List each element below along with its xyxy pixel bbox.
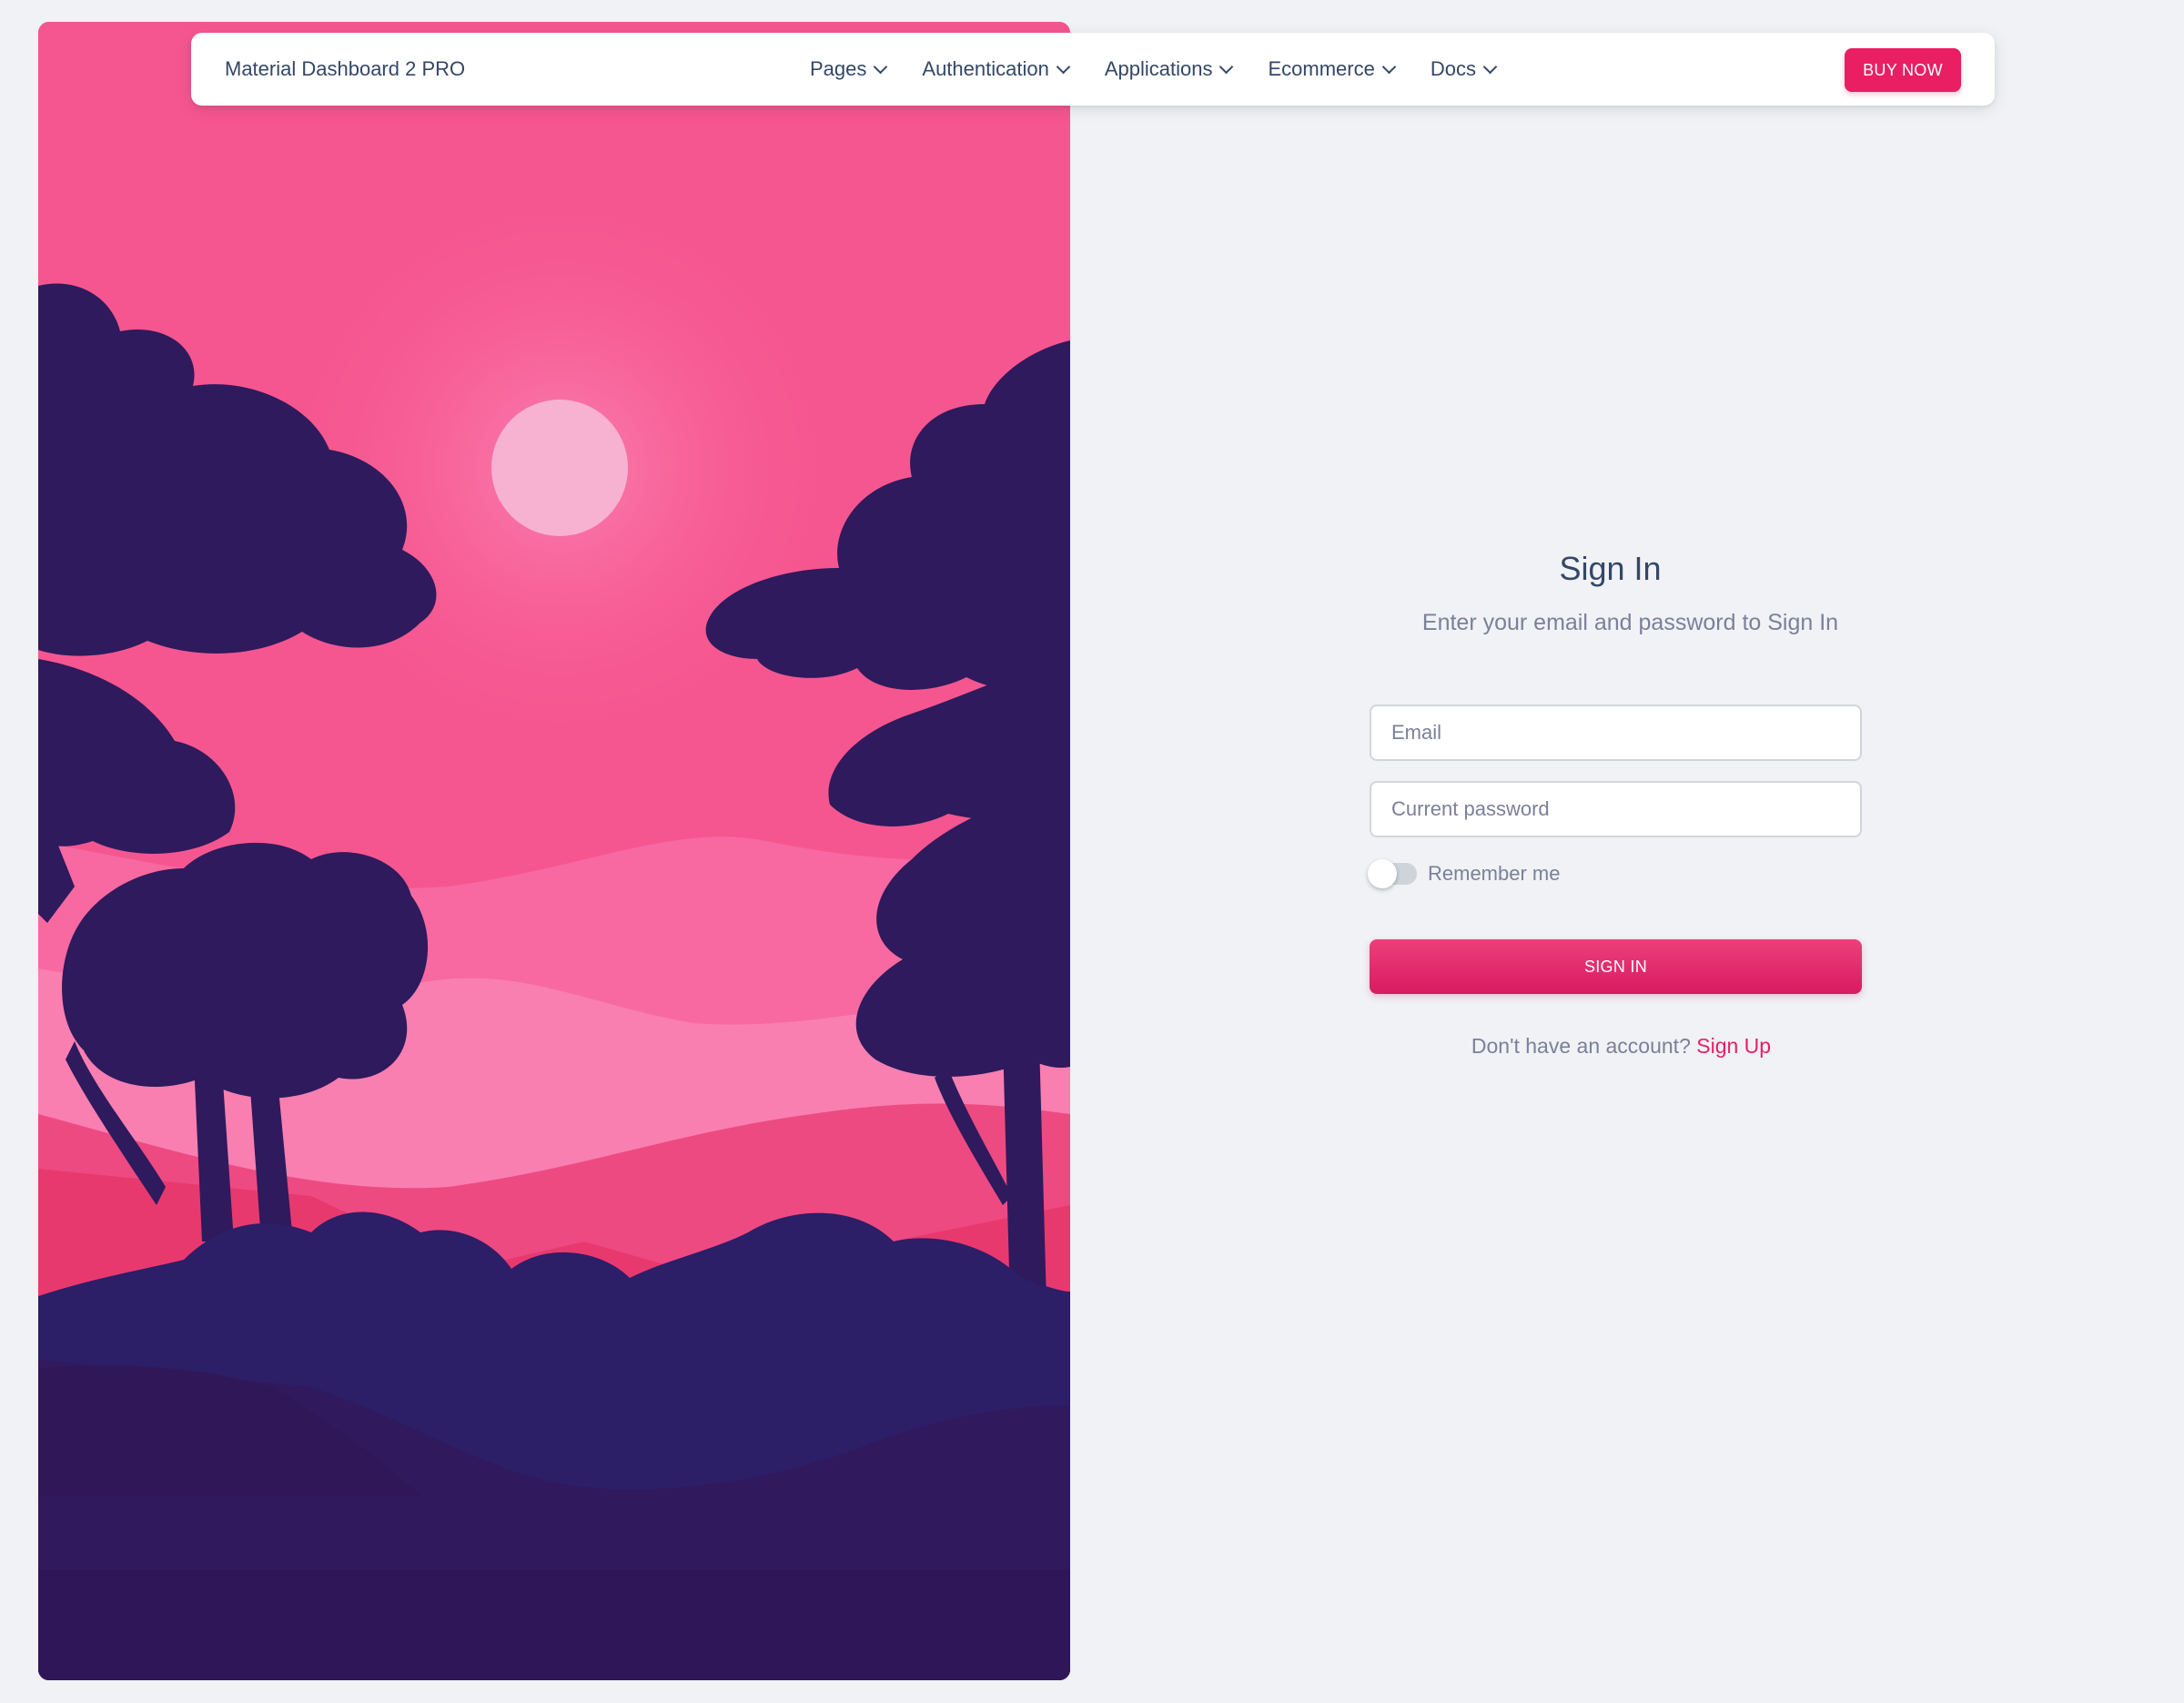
no-account-text: Don't have an account?: [1471, 1034, 1691, 1058]
sign-in-button[interactable]: SIGN IN: [1370, 939, 1862, 994]
chevron-down-icon: [1219, 59, 1234, 74]
nav-item-applications[interactable]: Applications: [1104, 33, 1234, 106]
nav-item-authentication[interactable]: Authentication: [922, 33, 1071, 106]
nav-links: Pages Authentication Applications Ecomme…: [810, 33, 1498, 106]
nav-item-label: Pages: [810, 57, 867, 80]
signin-subtitle: Enter your email and password to Sign In: [1421, 610, 1839, 635]
email-field[interactable]: [1370, 705, 1862, 761]
remember-me-toggle[interactable]: [1368, 859, 1417, 888]
nav-item-ecommerce[interactable]: Ecommerce: [1268, 33, 1397, 106]
remember-me-label[interactable]: Remember me: [1428, 862, 1560, 886]
chevron-down-icon: [874, 59, 888, 74]
nav-item-label: Applications: [1104, 57, 1213, 80]
buy-now-button[interactable]: BUY NOW: [1845, 48, 1961, 92]
top-navbar: Material Dashboard 2 PRO Pages Authentic…: [191, 33, 1995, 106]
forest-sunset-image: [38, 22, 1070, 1680]
nav-item-pages[interactable]: Pages: [810, 33, 888, 106]
sign-up-link[interactable]: Sign Up: [1696, 1034, 1771, 1058]
chevron-down-icon: [1482, 59, 1498, 74]
signin-title: Sign In: [1559, 550, 1662, 587]
chevron-down-icon: [1056, 59, 1071, 74]
signin-form: Sign In Enter your email and password to…: [1368, 546, 1862, 1059]
nav-item-docs[interactable]: Docs: [1430, 33, 1498, 106]
nav-item-label: Docs: [1430, 57, 1476, 80]
signup-prompt: Don't have an account? Sign Up: [1380, 1034, 1862, 1059]
sunset-illustration: [38, 22, 1070, 1680]
nav-item-label: Ecommerce: [1268, 57, 1375, 80]
remember-me-row: Remember me: [1368, 859, 1862, 888]
nav-item-label: Authentication: [922, 57, 1049, 80]
toggle-knob: [1368, 859, 1397, 888]
brand-name[interactable]: Material Dashboard 2 PRO: [225, 33, 465, 106]
chevron-down-icon: [1381, 59, 1397, 74]
password-field[interactable]: [1370, 781, 1862, 837]
